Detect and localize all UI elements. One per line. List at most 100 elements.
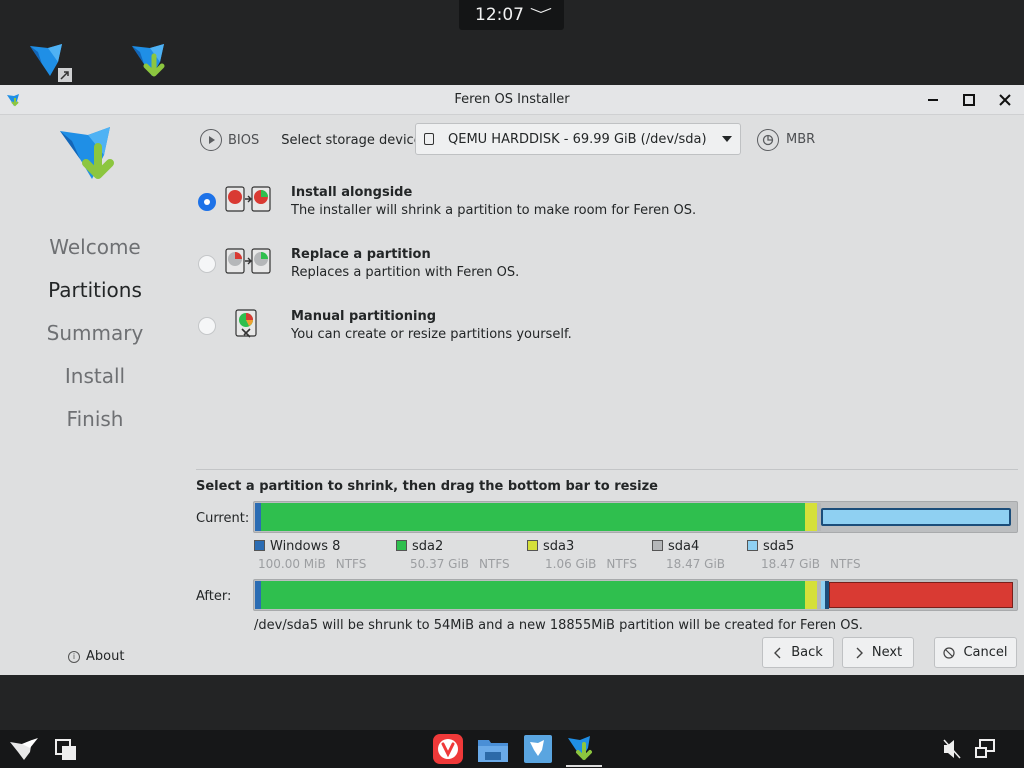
- legend-size: 18.47 GiB: [666, 557, 726, 571]
- partition-segment-sda3[interactable]: [805, 503, 817, 531]
- storage-row: BIOS Select storage device: QEMU HARDDIS…: [196, 123, 1016, 157]
- legend-swatch: [747, 540, 758, 551]
- about-button[interactable]: i About: [68, 649, 124, 664]
- sidebar-item-finish: Finish: [66, 407, 124, 431]
- legend-name: Windows 8: [270, 539, 341, 554]
- taskbar: [0, 730, 1024, 768]
- legend-fs: NTFS: [479, 557, 510, 571]
- sidebar: Welcome Partitions Summary Install Finis…: [0, 115, 190, 675]
- legend-fs: NTFS: [830, 557, 861, 571]
- desktop-switch-icon[interactable]: [52, 734, 84, 764]
- file-manager-icon[interactable]: [477, 734, 509, 764]
- chevron-down-icon: [722, 136, 732, 142]
- software-store-icon[interactable]: [522, 734, 554, 764]
- partition-table-icon: [757, 129, 779, 151]
- legend-swatch: [527, 540, 538, 551]
- after-label: After:: [196, 589, 232, 604]
- feren-installer-icon[interactable]: [130, 40, 176, 84]
- partition-table-label: MBR: [786, 132, 816, 147]
- sidebar-item-welcome: Welcome: [49, 235, 141, 259]
- sidebar-item-install: Install: [64, 364, 126, 388]
- legend-item: sda5 18.47 GiB NTFS: [747, 539, 861, 571]
- install-alongside-radio[interactable]: [198, 193, 216, 211]
- bios-icon: [200, 129, 222, 151]
- installer-icon[interactable]: [566, 734, 598, 764]
- storage-device-label: Select storage device:: [281, 132, 427, 148]
- storage-device-select[interactable]: QEMU HARDDISK - 69.99 GiB (/dev/sda): [415, 123, 741, 155]
- current-partition-bar[interactable]: [253, 501, 1018, 533]
- legend-name: sda5: [763, 539, 795, 554]
- window-title: Feren OS Installer: [454, 92, 570, 107]
- maximize-button[interactable]: [958, 89, 980, 111]
- replace-partition-radio[interactable]: [198, 255, 216, 273]
- legend-size: 50.37 GiB: [410, 557, 470, 571]
- option-title: Install alongside: [291, 185, 413, 200]
- cancel-button[interactable]: Cancel: [934, 637, 1017, 668]
- option-description: The installer will shrink a partition to…: [291, 203, 697, 218]
- shrink-instructions: Select a partition to shrink, then drag …: [196, 479, 658, 494]
- legend-name: sda3: [543, 539, 575, 554]
- new-feren-partition: [829, 582, 1013, 608]
- partition-segment-sda3: [805, 581, 817, 609]
- legend-item: Windows 8 100.00 MiB NTFS: [254, 539, 366, 571]
- partition-segment-sda2: [261, 581, 805, 609]
- app-icon: [7, 94, 19, 107]
- legend-item: sda2 50.37 GiB NTFS: [396, 539, 510, 571]
- feren-menu-icon[interactable]: [8, 734, 40, 764]
- manual-partitioning-radio[interactable]: [198, 317, 216, 335]
- bios-label: BIOS: [228, 132, 260, 148]
- installer-window: Feren OS Installer Welcome Partitions Su…: [0, 85, 1024, 675]
- chevron-down-icon: ﹀: [529, 8, 553, 24]
- option-description: You can create or resize partitions your…: [291, 327, 572, 342]
- minimize-button[interactable]: [922, 89, 944, 111]
- partition-segment-sda5-selected[interactable]: [821, 508, 1011, 526]
- legend-item: sda4 18.47 GiB: [652, 539, 725, 571]
- storage-device-value: QEMU HARDDISK - 69.99 GiB (/dev/sda): [448, 131, 707, 147]
- legend-size: 100.00 MiB: [258, 557, 326, 571]
- legend-name: sda4: [668, 539, 700, 554]
- option-install-alongside[interactable]: Install alongside The installer will shr…: [196, 185, 796, 225]
- next-label: Next: [871, 645, 903, 660]
- cancel-label: Cancel: [963, 645, 1008, 660]
- about-label: About: [86, 649, 125, 664]
- clock-time: 12:07: [475, 5, 524, 25]
- legend-swatch: [254, 540, 265, 551]
- chevron-right-icon: [856, 647, 863, 658]
- harddisk-icon: [424, 133, 434, 145]
- shrink-info: /dev/sda5 will be shrunk to 54MiB and a …: [254, 618, 863, 633]
- divider: [196, 469, 1018, 470]
- replace-partition-icon: [225, 248, 271, 274]
- partition-segment-sda2[interactable]: [261, 503, 805, 531]
- sidebar-item-partitions: Partitions: [48, 278, 142, 302]
- option-title: Manual partitioning: [291, 309, 437, 324]
- sidebar-item-summary: Summary: [46, 321, 144, 345]
- option-replace-partition[interactable]: Replace a partition Replaces a partition…: [196, 247, 796, 287]
- chevron-left-icon: [774, 647, 781, 658]
- install-alongside-icon: [225, 186, 271, 212]
- partition-legend: Windows 8 100.00 MiB NTFS sda2 50.37 GiB N…: [254, 539, 1014, 575]
- active-app-indicator: [566, 765, 602, 767]
- cancel-icon: [943, 646, 956, 659]
- current-label: Current:: [196, 511, 250, 526]
- option-title: Replace a partition: [291, 247, 431, 262]
- after-partition-bar[interactable]: [253, 579, 1018, 611]
- legend-fs: NTFS: [606, 557, 638, 571]
- option-manual-partitioning[interactable]: Manual partitioning You can create or re…: [196, 309, 796, 349]
- vivaldi-icon[interactable]: [432, 734, 464, 764]
- info-icon: i: [68, 650, 80, 663]
- back-button[interactable]: Back: [762, 637, 834, 668]
- manual-partitioning-icon: [235, 309, 257, 338]
- next-button[interactable]: Next: [842, 637, 914, 668]
- legend-swatch: [396, 540, 407, 551]
- feren-shortcut-icon[interactable]: [28, 40, 74, 84]
- close-button[interactable]: [994, 89, 1016, 111]
- legend-swatch: [652, 540, 663, 551]
- desktop-clock[interactable]: 12:07 ﹀: [459, 0, 564, 30]
- network-icon[interactable]: [974, 734, 996, 764]
- legend-name: sda2: [412, 539, 444, 554]
- legend-fs: NTFS: [335, 557, 367, 571]
- option-description: Replaces a partition with Feren OS.: [291, 265, 520, 280]
- volume-muted-icon[interactable]: [942, 734, 962, 764]
- title-bar[interactable]: Feren OS Installer: [0, 85, 1024, 115]
- feren-logo: [60, 127, 114, 179]
